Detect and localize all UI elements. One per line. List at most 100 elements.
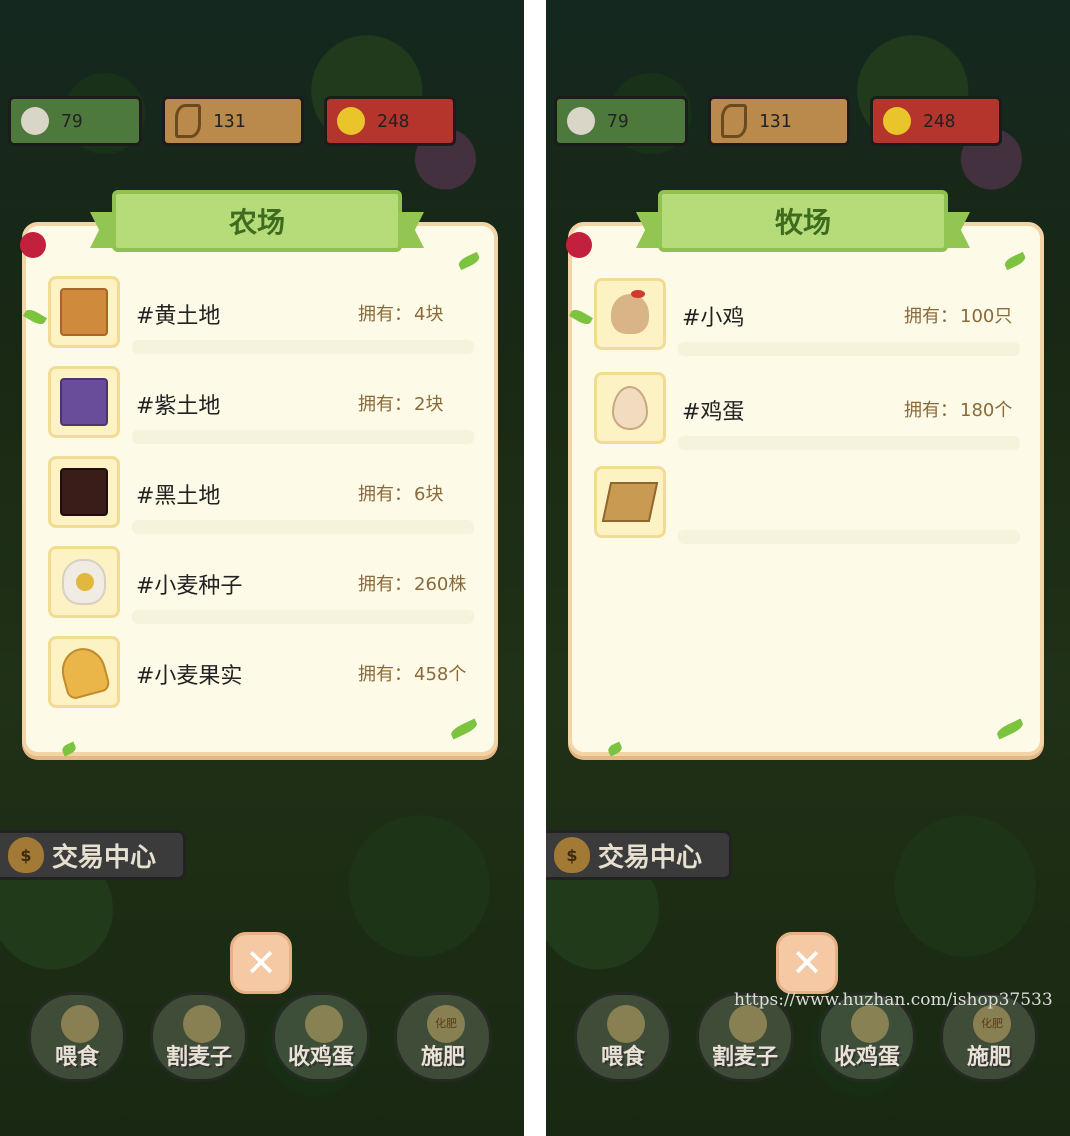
wheat-seed-bag-icon [62, 559, 106, 605]
coin-icon [883, 107, 911, 135]
resource-bar: 79 131 248 [554, 96, 1002, 146]
item-owned: 拥有： 6块 [358, 480, 443, 506]
wheat-grain-icon [56, 643, 112, 701]
trade-center-button[interactable]: $ 交易中心 [0, 830, 186, 880]
wheat-counter: 131 [162, 96, 304, 146]
item-name: #黄土地 [136, 304, 221, 329]
coin-icon [337, 107, 365, 135]
trade-center-label: 交易中心 [598, 842, 703, 873]
close-button[interactable]: ✕ [776, 932, 838, 994]
wheat-counter: 131 [708, 96, 850, 146]
money-bag-icon: $ [8, 837, 44, 873]
item-owned: 拥有： 100只 [904, 302, 1012, 328]
wheat-icon [607, 1005, 645, 1043]
farm-item-list: #黄土地 拥有： 4块 #紫土地 拥有： 2块 #黑土地 拥有： 6块 #小麦种子 拥… [48, 276, 478, 726]
item-slot [48, 276, 120, 348]
harvest-wheat-label: 割麦子 [165, 1045, 232, 1070]
sign-post-icon [601, 482, 659, 522]
panel-title: 牧场 [774, 206, 831, 239]
feed-button[interactable]: 喂食 [28, 992, 126, 1082]
money-bag-icon: $ [554, 837, 590, 873]
item-owned: 拥有： 2块 [358, 390, 443, 416]
owned-value: 6块 [414, 484, 444, 505]
panel-title: 农场 [228, 206, 285, 239]
fertilize-label: 施肥 [966, 1045, 1011, 1070]
item-name: #紫土地 [136, 394, 221, 419]
row-divider [132, 430, 474, 444]
glove-icon [851, 1005, 889, 1043]
egg-count: 79 [61, 110, 83, 132]
owned-value: 4块 [414, 304, 444, 325]
row-divider [678, 436, 1020, 450]
feed-label: 喂食 [600, 1045, 645, 1070]
owned-value: 100只 [960, 306, 1013, 327]
owned-label: 拥有： [904, 306, 958, 327]
sickle-icon [183, 1005, 221, 1043]
egg-icon [567, 107, 595, 135]
egg-counter: 79 [8, 96, 142, 146]
cherry-icon [20, 232, 46, 258]
item-slot [48, 366, 120, 438]
watermark-text: https://www.huzhan.com/ishop37533 [734, 990, 1053, 1010]
owned-value: 2块 [414, 394, 444, 415]
close-button[interactable]: ✕ [230, 932, 292, 994]
coin-count: 248 [923, 110, 956, 132]
item-slot [594, 466, 666, 538]
ranch-screen: 79 131 248 $ 交易中心 喂食 割麦子 收鸡蛋 化肥 施肥 牧场 #小鸡 … [546, 0, 1070, 1136]
wheat-count: 131 [759, 110, 792, 132]
collect-eggs-button[interactable]: 收鸡蛋 [272, 992, 370, 1082]
wheat-icon [721, 104, 747, 138]
fertilize-label: 施肥 [420, 1045, 465, 1070]
owned-label: 拥有： [904, 400, 958, 421]
owned-value: 458个 [414, 664, 467, 685]
owned-label: 拥有： [358, 484, 412, 505]
harvest-wheat-label: 割麦子 [711, 1045, 778, 1070]
cherry-icon [566, 232, 592, 258]
collect-eggs-label: 收鸡蛋 [833, 1045, 900, 1070]
list-item[interactable] [594, 466, 1024, 544]
trade-center-button[interactable]: $ 交易中心 [546, 830, 732, 880]
list-item[interactable]: #黄土地 拥有： 4块 [48, 276, 478, 354]
coin-counter: 248 [870, 96, 1002, 146]
collect-eggs-label: 收鸡蛋 [287, 1045, 354, 1070]
item-slot [48, 456, 120, 528]
glove-icon [305, 1005, 343, 1043]
harvest-wheat-button[interactable]: 割麦子 [150, 992, 248, 1082]
item-owned: 拥有： 458个 [358, 660, 466, 686]
action-bar: 喂食 割麦子 收鸡蛋 化肥 施肥 [28, 992, 492, 1082]
egg-counter: 79 [554, 96, 688, 146]
ranch-title-ribbon: 牧场 [658, 190, 948, 252]
coin-count: 248 [377, 110, 410, 132]
list-item[interactable]: #小鸡 拥有： 100只 [594, 278, 1024, 356]
list-item[interactable]: #小麦果实 拥有： 458个 [48, 636, 478, 708]
item-name: #黑土地 [136, 484, 221, 509]
yellow-soil-icon [60, 288, 108, 336]
row-divider [132, 520, 474, 534]
item-name: #小麦种子 [136, 574, 243, 599]
owned-label: 拥有： [358, 304, 412, 325]
list-item[interactable]: #鸡蛋 拥有： 180个 [594, 372, 1024, 450]
list-item[interactable]: #黑土地 拥有： 6块 [48, 456, 478, 534]
row-divider [132, 340, 474, 354]
wheat-count: 131 [213, 110, 246, 132]
list-item[interactable]: #紫土地 拥有： 2块 [48, 366, 478, 444]
item-owned: 拥有： 4块 [358, 300, 443, 326]
item-name: #鸡蛋 [682, 400, 745, 425]
row-divider [132, 610, 474, 624]
item-slot [594, 372, 666, 444]
row-divider [678, 530, 1020, 544]
list-item[interactable]: #小麦种子 拥有： 260株 [48, 546, 478, 624]
item-name: #小鸡 [682, 306, 745, 331]
item-owned: 拥有： 180个 [904, 396, 1012, 422]
owned-label: 拥有： [358, 394, 412, 415]
resource-bar: 79 131 248 [8, 96, 456, 146]
black-soil-icon [60, 468, 108, 516]
fertilizer-bag-icon: 化肥 [973, 1005, 1011, 1043]
fertilize-button[interactable]: 化肥 施肥 [394, 992, 492, 1082]
item-owned: 拥有： 260株 [358, 570, 466, 596]
farm-title-ribbon: 农场 [112, 190, 402, 252]
egg-icon [612, 386, 648, 430]
owned-label: 拥有： [358, 664, 412, 685]
item-name: #小麦果实 [136, 664, 243, 689]
feed-button[interactable]: 喂食 [574, 992, 672, 1082]
